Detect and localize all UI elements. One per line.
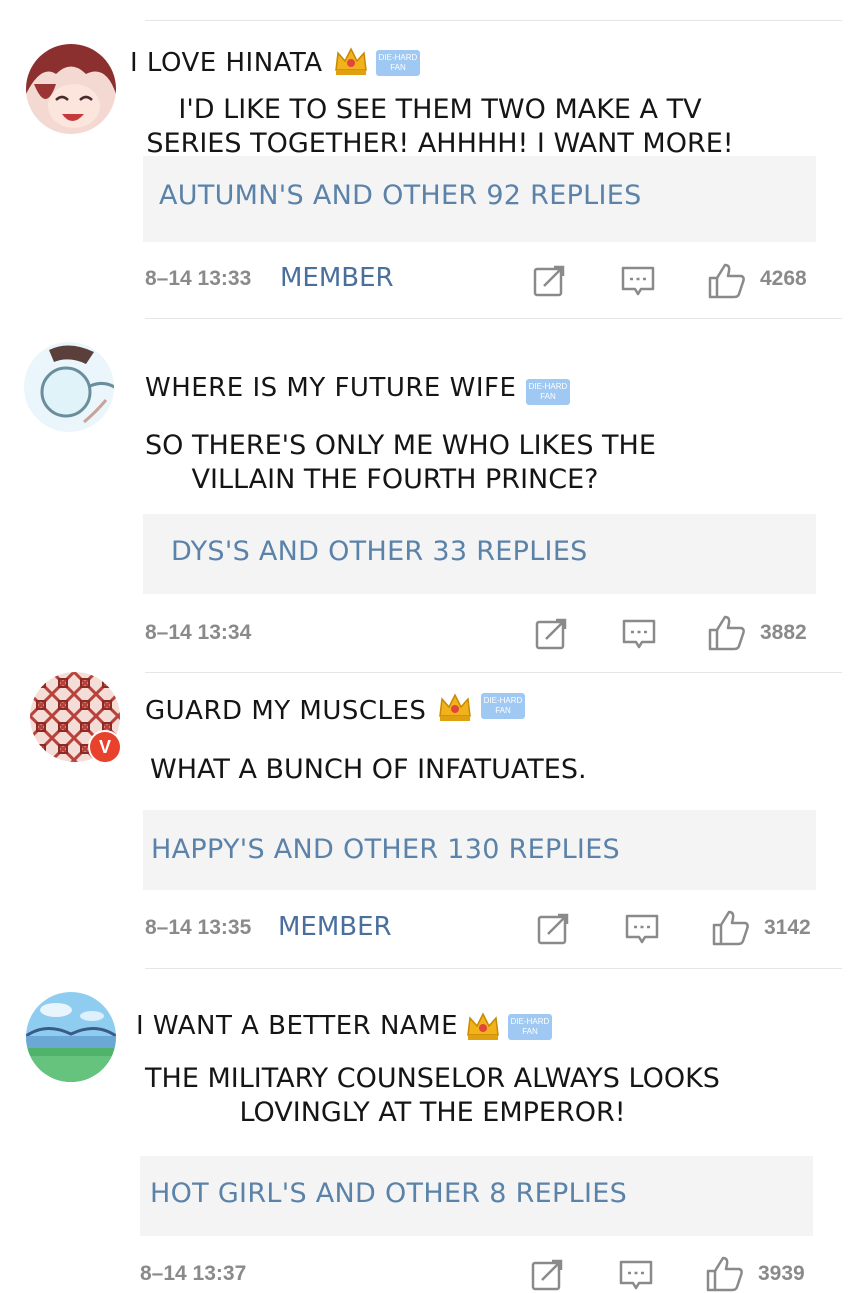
badge-line1: DIE-HARD (378, 53, 418, 62)
badge-line2: FAN (495, 706, 511, 715)
badge-line1: DIE-HARD (510, 1017, 550, 1026)
die-hard-fan-badge: DIE-HARD FAN (526, 379, 570, 405)
edit-icon[interactable] (536, 912, 570, 946)
comment-text: THE MILITARY COUNSELOR ALWAYS LOOKS LOVI… (140, 1062, 725, 1130)
thumbs-up-icon[interactable] (708, 614, 746, 652)
comment-divider (145, 672, 842, 673)
comment-line: I'D LIKE TO SEE THEM TWO MAKE A TV (178, 94, 702, 125)
edit-icon[interactable] (530, 1258, 564, 1292)
edit-icon[interactable] (532, 264, 566, 298)
crown-icon (465, 1009, 501, 1045)
replies-link[interactable]: HOT GIRL'S AND OTHER 8 REPLIES (150, 1178, 627, 1209)
thumbs-up-icon[interactable] (706, 1255, 744, 1293)
comment-line: VILLAIN THE FOURTH PRINCE? (191, 464, 599, 495)
replies-box[interactable]: DYS'S AND OTHER 33 REPLIES (143, 514, 816, 594)
comment-line: SO THERE'S ONLY ME WHO LIKES THE (145, 430, 656, 461)
comment-icon[interactable] (622, 617, 656, 651)
like-count: 3142 (764, 916, 811, 939)
top-divider (145, 20, 842, 21)
edit-icon[interactable] (534, 617, 568, 651)
badge-line1: DIE-HARD (483, 696, 523, 705)
timestamp: 8–14 13:33 (145, 267, 252, 290)
comment-icon[interactable] (625, 912, 659, 946)
die-hard-fan-badge: DIE-HARD FAN (481, 693, 525, 719)
username[interactable]: WHERE IS MY FUTURE WIFE (145, 373, 516, 403)
comment-divider (145, 318, 842, 319)
comment-text: I'D LIKE TO SEE THEM TWO MAKE A TV SERIE… (145, 93, 735, 161)
verified-badge: V (88, 730, 122, 764)
replies-box[interactable]: HAPPY'S AND OTHER 130 REPLIES (143, 810, 816, 890)
like-count: 3939 (758, 1262, 805, 1285)
avatar[interactable] (26, 992, 116, 1082)
member-label: MEMBER (280, 263, 394, 293)
avatar[interactable] (26, 44, 116, 134)
comment-text: SO THERE'S ONLY ME WHO LIKES THE VILLAIN… (145, 429, 656, 497)
die-hard-fan-badge: DIE-HARD FAN (376, 50, 420, 76)
comment-line: LOVINGLY AT THE EMPEROR! (239, 1097, 626, 1128)
avatar[interactable] (24, 342, 114, 432)
badge-line2: FAN (540, 392, 556, 401)
username[interactable]: I WANT A BETTER NAME (136, 1011, 458, 1041)
like-count: 3882 (760, 621, 807, 644)
comment-icon[interactable] (619, 1258, 653, 1292)
badge-line2: FAN (390, 63, 406, 72)
comment-icon[interactable] (621, 264, 655, 298)
verified-mark: V (98, 737, 111, 757)
replies-box[interactable]: HOT GIRL'S AND OTHER 8 REPLIES (140, 1156, 813, 1236)
thumbs-up-icon[interactable] (712, 909, 750, 947)
badge-line2: FAN (522, 1027, 538, 1036)
replies-box[interactable]: AUTUMN'S AND OTHER 92 REPLIES (143, 156, 816, 242)
crown-icon (437, 690, 473, 726)
replies-link[interactable]: AUTUMN'S AND OTHER 92 REPLIES (159, 180, 642, 211)
like-count: 4268 (760, 267, 807, 290)
timestamp: 8–14 13:34 (145, 621, 252, 644)
comment-line: THE MILITARY COUNSELOR ALWAYS LOOKS (145, 1063, 720, 1094)
replies-link[interactable]: DYS'S AND OTHER 33 REPLIES (171, 536, 588, 567)
member-label: MEMBER (278, 912, 392, 942)
die-hard-fan-badge: DIE-HARD FAN (508, 1014, 552, 1040)
username[interactable]: I LOVE HINATA (130, 48, 323, 78)
replies-link[interactable]: HAPPY'S AND OTHER 130 REPLIES (151, 834, 620, 865)
comment-text: WHAT A BUNCH OF INFATUATES. (150, 753, 587, 787)
crown-icon (333, 44, 369, 80)
timestamp: 8–14 13:35 (145, 916, 252, 939)
comment-divider (145, 968, 842, 969)
thumbs-up-icon[interactable] (708, 262, 746, 300)
badge-line1: DIE-HARD (528, 382, 568, 391)
timestamp: 8–14 13:37 (140, 1262, 247, 1285)
comment-line: WHAT A BUNCH OF INFATUATES. (150, 754, 587, 785)
username[interactable]: GUARD MY MUSCLES (145, 696, 426, 726)
